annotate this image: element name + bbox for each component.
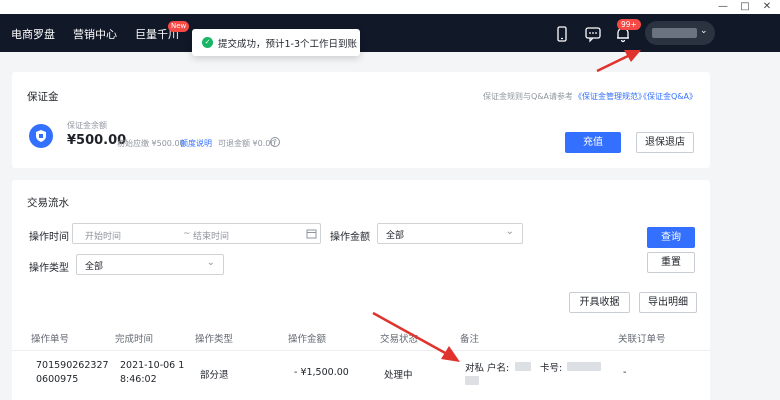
reset-button[interactable]: 重置 — [647, 252, 695, 273]
flow-title: 交易流水 — [27, 197, 69, 209]
recharge-button[interactable]: 充值 — [565, 132, 621, 153]
amount-select-value: 全部 — [386, 231, 405, 241]
row-trade-status: 处理中 — [384, 370, 413, 381]
quota-explain-link[interactable]: 额度说明 — [180, 138, 212, 149]
nav-item-compass[interactable]: 电商罗盘 — [11, 26, 55, 42]
chevron-down-icon: ⌄ — [700, 26, 708, 36]
account-name-redacted — [652, 28, 697, 38]
type-filter-label: 操作类型 — [29, 263, 69, 274]
redacted-card-number — [567, 362, 601, 371]
calendar-icon — [306, 229, 317, 239]
transaction-flow-card: 交易流水 操作时间 开始时间 ~ 结束时间 操作金额 全部 ⌄ 查询 操作类型 … — [12, 180, 710, 400]
check-circle-icon: ✓ — [202, 37, 213, 48]
col-order-no: 操作单号 — [31, 334, 70, 345]
row-time-line2: 8:46:02 — [120, 374, 157, 385]
deposit-management-link[interactable]: 《保证金管理规范》 — [574, 91, 646, 102]
table-header: 操作单号 完成时间 操作类型 操作金额 交易状态 备注 关联订单号 — [12, 324, 710, 351]
range-separator: ~ — [183, 229, 191, 239]
row-op-amount: - ¥1,500.00 — [294, 367, 349, 378]
phone-icon[interactable] — [553, 25, 571, 43]
balance-label: 保证金余额 — [67, 121, 107, 130]
row-related-order: - — [623, 367, 627, 378]
table-divider — [12, 350, 710, 351]
message-icon[interactable] — [584, 25, 602, 43]
row-op-type: 部分退 — [200, 370, 229, 381]
issue-receipt-button[interactable]: 开具收据 — [569, 292, 630, 313]
shield-icon — [29, 124, 53, 148]
end-date-input[interactable]: 结束时间 — [193, 229, 229, 242]
deposit-rules-text: 保证金规则与Q&A请参考 — [483, 92, 574, 101]
notification-badge: 99+ — [617, 19, 641, 30]
close-window-button[interactable]: ✕ — [756, 0, 778, 14]
minimize-button[interactable]: — — [712, 0, 734, 14]
maximize-button[interactable]: □ — [734, 0, 756, 14]
deposit-qa-link[interactable]: 《保证金Q&A》 — [639, 91, 697, 102]
refund-deposit-button[interactable]: 退保退店 — [636, 132, 694, 153]
start-date-input[interactable]: 开始时间 — [85, 229, 121, 242]
amount-select[interactable]: 全部 ⌄ — [377, 223, 523, 244]
redacted-remark-line2 — [465, 376, 479, 385]
amount-filter-label: 操作金额 — [330, 232, 370, 243]
window-titlebar: — □ ✕ — [0, 0, 780, 14]
date-range-picker[interactable]: 开始时间 ~ 结束时间 — [72, 223, 321, 244]
row-time-line1: 2021-10-06 1 — [120, 360, 185, 371]
col-remark: 备注 — [460, 334, 480, 345]
account-menu[interactable]: ⌄ — [645, 21, 715, 45]
col-op-amount: 操作金额 — [288, 334, 327, 345]
chevron-down-icon: ⌄ — [206, 257, 215, 268]
new-badge: New — [168, 21, 190, 32]
redacted-account-name — [515, 362, 531, 371]
row-remark-card: 卡号: — [540, 363, 563, 374]
row-remark: 对私 户名: — [465, 363, 510, 374]
query-button[interactable]: 查询 — [647, 227, 695, 248]
type-select-value: 全部 — [85, 262, 104, 272]
col-op-type: 操作类型 — [195, 334, 234, 345]
row-order-no-line1: 701590262327 — [36, 360, 109, 371]
col-trade-status: 交易状态 — [380, 334, 419, 345]
success-toast: ✓ 提交成功，预计1-3个工作日到账 — [192, 29, 360, 56]
initial-deposit-text: 初始应缴 ¥500.00 — [117, 139, 185, 148]
help-icon[interactable]: ? — [270, 137, 280, 147]
type-select[interactable]: 全部 ⌄ — [76, 254, 224, 275]
toast-message: 提交成功，预计1-3个工作日到账 — [218, 39, 358, 50]
row-order-no-line2: 0600975 — [36, 374, 79, 385]
chevron-down-icon: ⌄ — [505, 226, 514, 237]
col-finish-time: 完成时间 — [115, 334, 154, 345]
nav-item-marketing[interactable]: 营销中心 — [73, 26, 117, 42]
arrow-to-account — [596, 53, 631, 73]
export-details-button[interactable]: 导出明细 — [639, 292, 697, 313]
col-related-order: 关联订单号 — [618, 334, 666, 345]
withdrawable-text: 可退金额 ¥0.00 — [218, 139, 276, 148]
time-filter-label: 操作时间 — [29, 232, 69, 243]
deposit-title: 保证金 — [27, 91, 59, 103]
deposit-card: 保证金 保证金规则与Q&A请参考 《保证金管理规范》 《保证金Q&A》 保证金余… — [12, 72, 710, 168]
